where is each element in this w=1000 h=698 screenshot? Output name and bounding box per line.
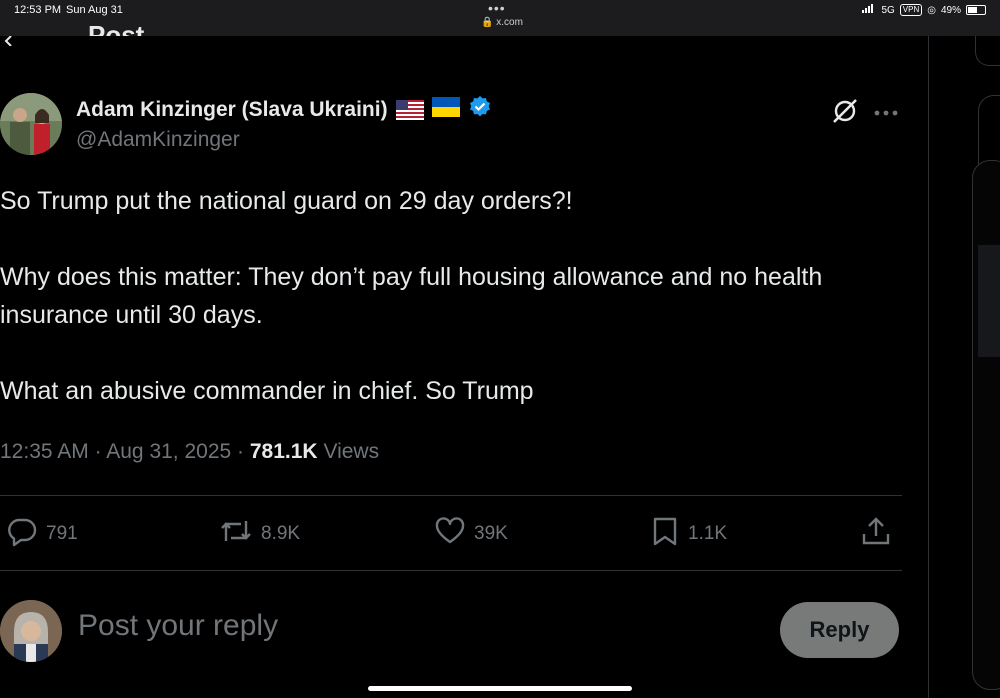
tweet-paragraph: So Trump put the national guard on 29 da…	[0, 187, 573, 215]
like-action[interactable]: 39K	[434, 515, 508, 553]
action-bar: 791 8.9K 39K 1.1K	[0, 515, 902, 555]
divider	[0, 495, 902, 496]
sidebar-card	[975, 36, 1000, 66]
column-divider	[928, 36, 929, 698]
battery-icon	[966, 5, 986, 15]
author-name[interactable]: Adam Kinzinger (Slava Ukraini)	[76, 95, 492, 125]
network-label: 5G	[881, 4, 895, 16]
tweet-paragraph: Why does this matter: They don’t pay ful…	[0, 263, 823, 329]
battery-percent: 49%	[940, 4, 961, 16]
reply-button[interactable]: Reply	[780, 602, 899, 658]
more-options-icon[interactable]	[874, 104, 898, 122]
reply-icon	[6, 515, 38, 553]
back-arrow-icon[interactable]	[4, 26, 18, 52]
url-text: x.com	[496, 17, 523, 28]
repost-count: 8.9K	[261, 523, 301, 544]
tweet-paragraph: What an abusive commander in chief. So T…	[0, 377, 534, 405]
grok-icon[interactable]	[831, 97, 859, 130]
tweet-time[interactable]: 12:35 AM	[0, 440, 89, 463]
author-handle[interactable]: @AdamKinzinger	[76, 128, 240, 152]
share-action[interactable]	[860, 515, 892, 553]
reply-input[interactable]: Post your reply	[78, 609, 278, 643]
tweet-meta: 12:35 AM · Aug 31, 2025 · 781.1K Views	[0, 440, 380, 463]
author-name-text: Adam Kinzinger (Slava Ukraini)	[76, 98, 388, 121]
sidebar-card	[972, 160, 1000, 690]
tweet-text: So Trump put the national guard on 29 da…	[0, 182, 900, 448]
repost-icon	[219, 515, 253, 553]
bookmark-icon	[650, 515, 680, 553]
vpn-badge: VPN	[899, 4, 923, 16]
status-bar: 12:53 PM Sun Aug 31 ••• 🔒 x.com 5G VPN ◎…	[0, 0, 1000, 36]
ukraine-flag-icon	[431, 97, 460, 123]
reply-action[interactable]: 791	[6, 515, 78, 553]
us-flag-icon	[395, 100, 424, 120]
like-count: 39K	[474, 523, 508, 544]
share-icon	[860, 515, 892, 553]
bookmark-action[interactable]: 1.1K	[650, 515, 727, 553]
reply-count: 791	[46, 523, 78, 544]
location-icon: ◎	[927, 4, 936, 16]
views-label: Views	[323, 440, 380, 463]
signal-icon	[862, 4, 876, 16]
heart-icon	[434, 515, 466, 553]
status-date: Sun Aug 31	[66, 4, 123, 16]
status-indicators: 5G VPN ◎ 49%	[862, 4, 986, 16]
status-time: 12:53 PM	[14, 4, 62, 16]
user-avatar[interactable]	[0, 600, 62, 662]
divider	[0, 570, 902, 571]
page-title: Post	[88, 20, 145, 36]
verified-badge-icon[interactable]	[468, 95, 492, 125]
views-count: 781.1K	[249, 440, 318, 463]
sidebar-row[interactable]	[978, 245, 1000, 357]
address-url[interactable]: 🔒 x.com	[481, 17, 523, 28]
home-indicator[interactable]	[368, 686, 632, 691]
bookmark-count: 1.1K	[688, 523, 728, 544]
tweet-date[interactable]: Aug 31, 2025	[106, 440, 231, 463]
browser-menu-dots[interactable]: •••	[488, 0, 506, 16]
author-avatar[interactable]	[0, 93, 62, 155]
repost-action[interactable]: 8.9K	[219, 515, 300, 553]
